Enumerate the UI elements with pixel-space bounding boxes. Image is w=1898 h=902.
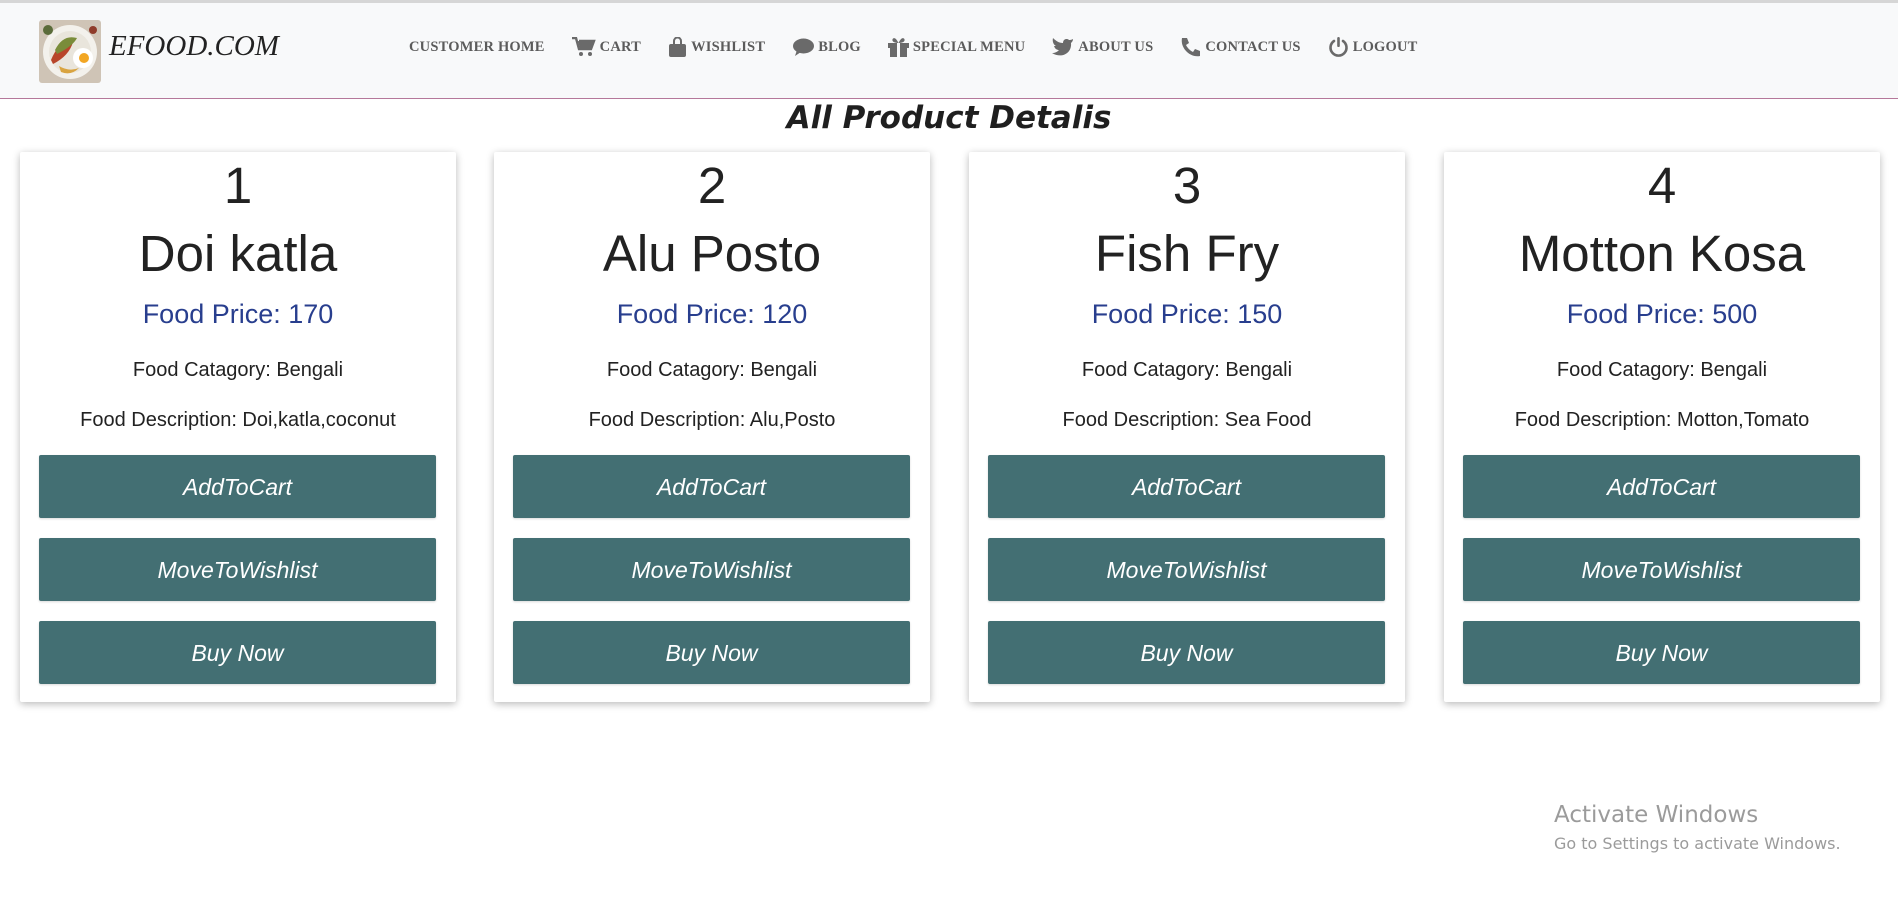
buy-now-button[interactable]: Buy Now — [988, 621, 1385, 684]
move-to-wishlist-button[interactable]: MoveToWishlist — [1463, 538, 1860, 601]
nav-blog-label: BLOG — [818, 38, 861, 55]
nav-contact-us-label: CONTACT US — [1205, 38, 1301, 55]
phone-icon — [1182, 37, 1201, 56]
buy-now-button[interactable]: Buy Now — [513, 621, 910, 684]
nav-cart-label: CART — [599, 38, 642, 55]
product-price: Food Price: 500 — [1566, 299, 1758, 329]
buy-now-button[interactable]: Buy Now — [1463, 621, 1860, 684]
product-card: 1 Doi katla Food Price: 170 Food Catagor… — [20, 152, 456, 702]
product-name: Doi katla — [138, 225, 338, 282]
gift-icon — [887, 38, 909, 57]
move-to-wishlist-button[interactable]: MoveToWishlist — [513, 538, 910, 601]
product-category: Food Catagory: Bengali — [606, 359, 818, 381]
brand[interactable]: EFOOD.COM — [39, 20, 279, 83]
shopping-bag-icon — [669, 36, 687, 57]
nav-about-us[interactable]: ABOUT US — [1052, 37, 1153, 58]
add-to-cart-button[interactable]: AddToCart — [1463, 455, 1860, 518]
product-name: Fish Fry — [1094, 225, 1280, 282]
cart-icon — [571, 37, 596, 56]
nav-special-menu[interactable]: SPECIAL MENU — [887, 37, 1026, 57]
main-nav: CUSTOMER HOME CART WISHLIST BLOG SPECIAL… — [403, 36, 1445, 58]
bird-icon — [1052, 37, 1074, 55]
nav-customer-home-label: CUSTOMER HOME — [409, 38, 545, 55]
buy-now-button[interactable]: Buy Now — [39, 621, 436, 684]
product-number: 3 — [1172, 157, 1202, 214]
product-name: Motton Kosa — [1518, 225, 1806, 282]
nav-customer-home[interactable]: CUSTOMER HOME — [409, 39, 545, 56]
product-category: Food Catagory: Bengali — [1081, 359, 1293, 381]
comment-icon — [793, 38, 815, 56]
product-description: Food Description: Alu,Posto — [588, 409, 836, 431]
add-to-cart-button[interactable]: AddToCart — [39, 455, 436, 518]
product-number: 4 — [1647, 157, 1677, 214]
add-to-cart-button[interactable]: AddToCart — [513, 455, 910, 518]
product-category: Food Catagory: Bengali — [1556, 359, 1768, 381]
watermark-subtitle: Go to Settings to activate Windows. — [1554, 834, 1841, 853]
product-card: 3 Fish Fry Food Price: 150 Food Catagory… — [969, 152, 1405, 702]
product-price: Food Price: 150 — [1091, 299, 1283, 329]
product-price: Food Price: 120 — [616, 299, 808, 329]
product-description: Food Description: Sea Food — [1062, 409, 1312, 431]
watermark-title: Activate Windows — [1554, 802, 1759, 828]
add-to-cart-button[interactable]: AddToCart — [988, 455, 1385, 518]
nav-wishlist-label: WISHLIST — [691, 38, 766, 55]
product-card: 4 Motton Kosa Food Price: 500 Food Catag… — [1444, 152, 1880, 702]
move-to-wishlist-button[interactable]: MoveToWishlist — [39, 538, 436, 601]
activate-windows-watermark: Activate Windows Go to Settings to activ… — [1554, 800, 1841, 856]
product-category: Food Catagory: Bengali — [132, 359, 344, 381]
product-description: Food Description: Motton,Tomato — [1514, 409, 1810, 431]
nav-contact-us[interactable]: CONTACT US — [1180, 37, 1301, 58]
product-price: Food Price: 170 — [142, 299, 334, 329]
nav-special-menu-label: SPECIAL MENU — [912, 38, 1026, 55]
product-description: Food Description: Doi,katla,coconut — [80, 409, 396, 431]
nav-blog[interactable]: BLOG — [792, 38, 861, 57]
food-logo-image[interactable] — [39, 20, 101, 83]
navbar: EFOOD.COM CUSTOMER HOME CART WISHLIST BL… — [0, 3, 1898, 99]
nav-cart[interactable]: CART — [571, 37, 642, 57]
product-number: 2 — [697, 157, 727, 214]
product-number: 1 — [223, 157, 253, 214]
product-card: 2 Alu Posto Food Price: 120 Food Catagor… — [494, 152, 930, 702]
nav-logout-label: LOGOUT — [1352, 38, 1418, 55]
product-name: Alu Posto — [602, 225, 822, 282]
nav-wishlist[interactable]: WISHLIST — [668, 36, 766, 58]
page-title: All Product Detalis — [786, 100, 1112, 136]
nav-logout[interactable]: LOGOUT — [1328, 36, 1418, 58]
brand-name[interactable]: EFOOD.COM — [109, 30, 279, 63]
move-to-wishlist-button[interactable]: MoveToWishlist — [988, 538, 1385, 601]
power-icon — [1328, 37, 1348, 57]
nav-about-us-label: ABOUT US — [1078, 38, 1154, 55]
